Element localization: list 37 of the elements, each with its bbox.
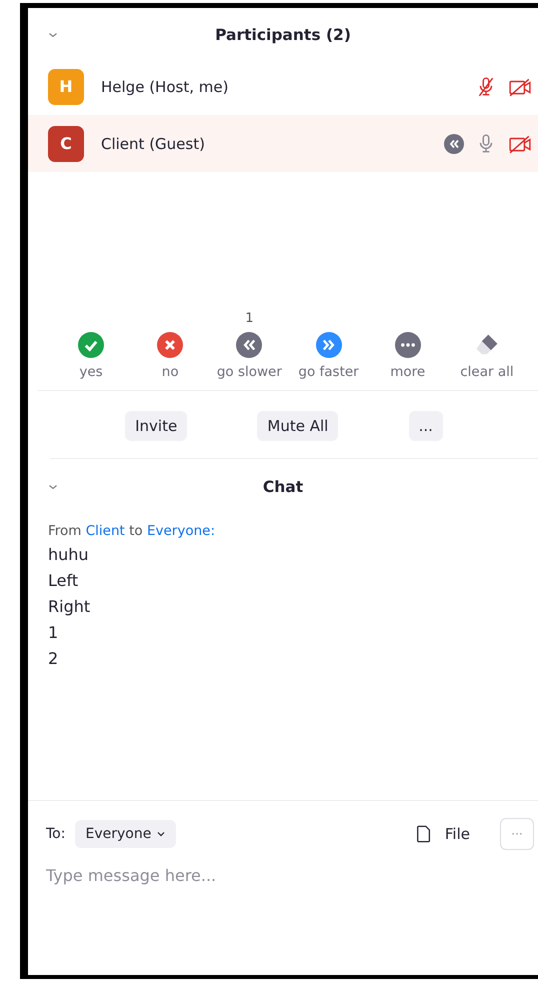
avatar: H: [48, 68, 84, 104]
mute-all-button[interactable]: Mute All: [257, 411, 338, 441]
recipient-link[interactable]: Everyone:: [146, 523, 216, 539]
participant-name: Client (Guest): [101, 134, 206, 152]
more-icon: [394, 332, 421, 358]
feedback-count: 1: [245, 311, 254, 328]
chat-message: 2: [48, 648, 60, 670]
chat-message: 1: [48, 622, 60, 644]
feedback-button[interactable]: go faster: [298, 332, 359, 380]
participant-row[interactable]: H Helge (Host, me): [28, 58, 538, 115]
to-label: To:: [46, 826, 66, 842]
panel-title: Participants (2): [214, 26, 352, 44]
chat-message: huhu: [48, 544, 90, 566]
invite-button[interactable]: Invite: [125, 411, 188, 441]
more-button[interactable]: ···: [500, 818, 534, 850]
file-button[interactable]: File: [414, 824, 470, 844]
chat-message: Right: [48, 596, 92, 618]
feedback-button[interactable]: go slower: [216, 332, 282, 380]
check-icon: [78, 332, 104, 358]
feedback-button[interactable]: more: [390, 332, 426, 380]
recipient-dropdown[interactable]: Everyone: [75, 820, 176, 848]
participant-row[interactable]: C Client (Guest): [28, 115, 538, 172]
feedback-button[interactable]: clear all: [460, 332, 514, 380]
cross-icon: [157, 332, 184, 358]
chat-message: Left: [48, 570, 80, 592]
chevron-down-icon: [156, 829, 166, 839]
participant-name: Helge (Host, me): [101, 78, 230, 96]
panel-title: Chat: [262, 478, 304, 496]
feedback-button[interactable]: yes: [78, 332, 104, 380]
sender-link[interactable]: Client: [86, 523, 125, 539]
feedback-button[interactable]: no: [157, 332, 184, 380]
message-sender-line: From Client to Everyone:: [48, 523, 216, 539]
fast-forward-icon: [316, 332, 342, 358]
avatar: C: [48, 126, 84, 162]
more-button[interactable]: ...: [408, 411, 443, 441]
file-icon: [414, 824, 433, 844]
rewind-icon: [236, 332, 262, 358]
